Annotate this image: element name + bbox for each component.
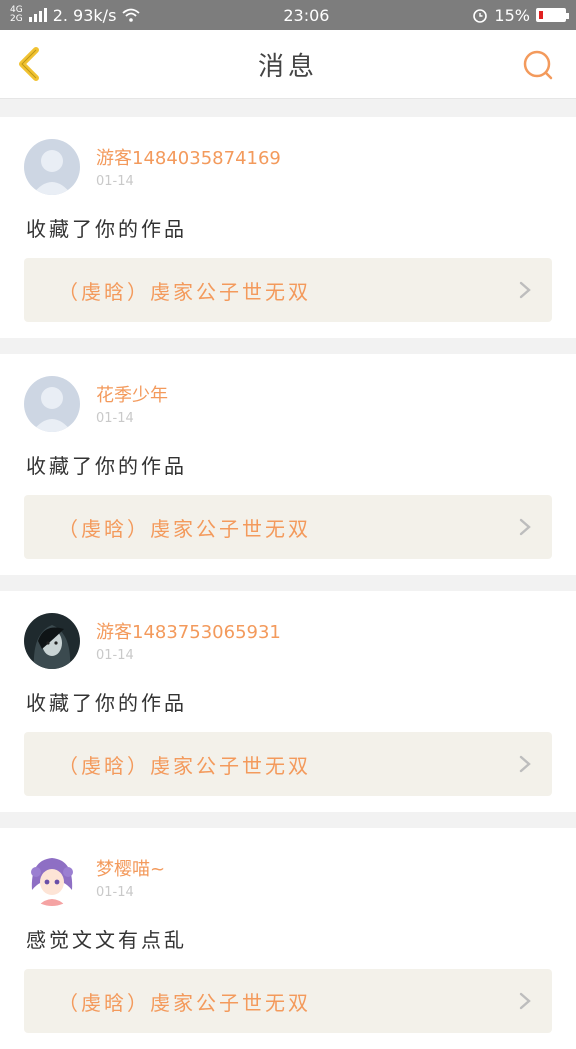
user-name[interactable]: 游客1483753065931 [96, 620, 281, 646]
avatar[interactable] [24, 850, 80, 906]
user-name[interactable]: 花季少年 [96, 383, 168, 409]
default-avatar-icon [24, 376, 80, 432]
network-2g: 2G [10, 14, 23, 24]
user-name[interactable]: 梦樱喵~ [96, 857, 165, 883]
work-title: （虔晗）虔家公子世无双 [58, 990, 311, 1015]
clock: 23:06 [283, 5, 330, 25]
network-type: 4G 2G [10, 6, 23, 24]
message-text: 收藏了你的作品 [26, 691, 187, 715]
work-title: （虔晗）虔家公子世无双 [58, 279, 311, 304]
message-text: 收藏了你的作品 [26, 454, 187, 478]
battery-icon [535, 8, 569, 22]
message-card: 梦樱喵~ 01-14 感觉文文有点乱 （虔晗）虔家公子世无双 [0, 828, 576, 1049]
chevron-right-icon [519, 281, 531, 299]
message-date: 01-14 [96, 884, 134, 900]
signal-icon [28, 8, 47, 22]
avatar[interactable] [24, 613, 80, 669]
work-link[interactable]: （虔晗）虔家公子世无双 [24, 258, 552, 322]
message-card: 游客1484035874169 01-14 收藏了你的作品 （虔晗）虔家公子世无… [0, 117, 576, 338]
message-list: 游客1484035874169 01-14 收藏了你的作品 （虔晗）虔家公子世无… [0, 99, 576, 1049]
header-bar: 消息 [0, 30, 576, 99]
message-date: 01-14 [96, 647, 134, 663]
anime-avatar-icon [24, 850, 80, 906]
battery-percent: 15% [494, 5, 530, 25]
message-card: 游客1483753065931 01-14 收藏了你的作品 （虔晗）虔家公子世无… [0, 591, 576, 812]
work-link[interactable]: （虔晗）虔家公子世无双 [24, 969, 552, 1033]
portrait-avatar-icon [24, 613, 80, 669]
avatar[interactable] [24, 376, 80, 432]
back-button[interactable] [14, 44, 50, 84]
work-title: （虔晗）虔家公子世无双 [58, 516, 311, 541]
message-text: 收藏了你的作品 [26, 217, 187, 241]
work-link[interactable]: （虔晗）虔家公子世无双 [24, 495, 552, 559]
work-link[interactable]: （虔晗）虔家公子世无双 [24, 732, 552, 796]
user-name[interactable]: 游客1484035874169 [96, 146, 281, 172]
message-card: 花季少年 01-14 收藏了你的作品 （虔晗）虔家公子世无双 [0, 354, 576, 575]
message-text: 感觉文文有点乱 [26, 928, 187, 952]
network-speed: 2. 93k/s [52, 5, 117, 25]
battery-level [538, 11, 543, 19]
work-title: （虔晗）虔家公子世无双 [58, 753, 311, 778]
alarm-icon [473, 9, 488, 23]
page-title: 消息 [257, 51, 318, 82]
message-date: 01-14 [96, 410, 134, 426]
wifi-icon [122, 8, 140, 22]
message-date: 01-14 [96, 173, 134, 189]
status-bar: 4G 2G 2. 93k/s 23:06 15% [0, 0, 576, 30]
chevron-right-icon [519, 518, 531, 536]
avatar[interactable] [24, 139, 80, 195]
default-avatar-icon [24, 139, 80, 195]
chevron-right-icon [519, 992, 531, 1010]
chevron-right-icon [519, 755, 531, 773]
search-button[interactable] [520, 48, 556, 82]
